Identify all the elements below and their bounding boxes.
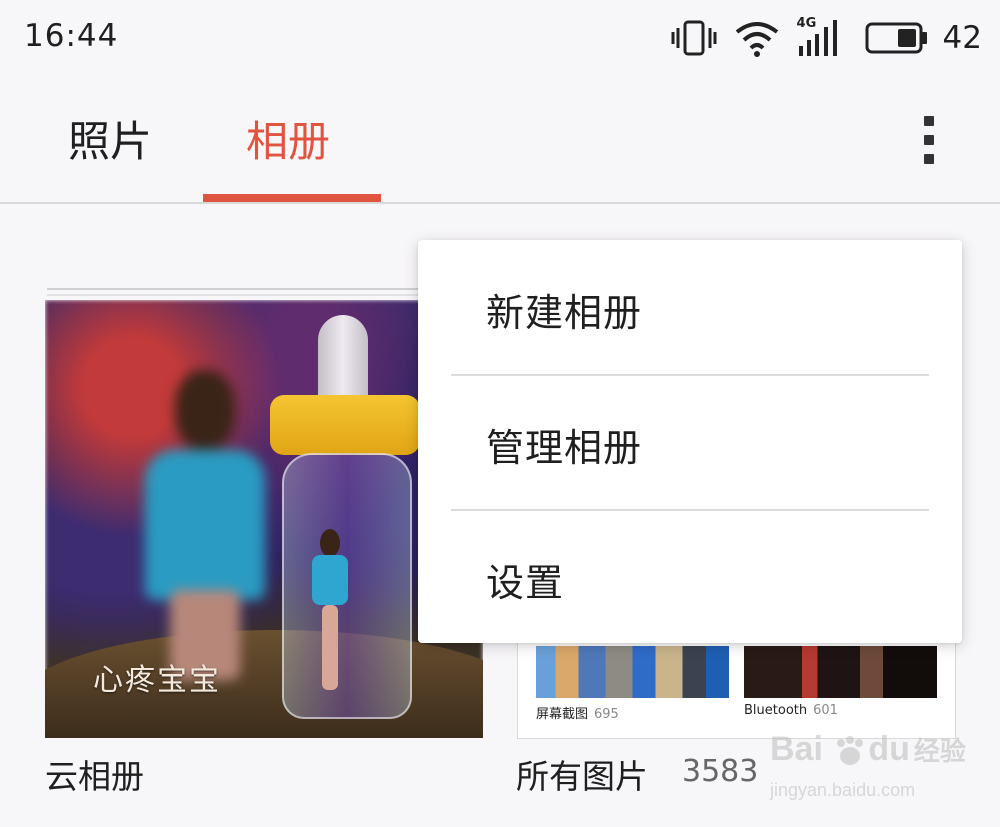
status-time: 16:44 — [24, 18, 119, 54]
sub-album-name: Bluetooth — [744, 703, 808, 718]
tab-indicator — [203, 194, 381, 202]
cover-bottle — [270, 315, 420, 719]
watermark-brand-suffix: du — [868, 730, 910, 768]
thumb-screenshots — [536, 646, 729, 698]
menu-item-label: 设置 — [486, 561, 565, 605]
cell-signal-icon: 4G — [797, 16, 847, 58]
menu-item-label: 新建相册 — [486, 291, 643, 335]
baidu-watermark: Bai du 经验 jingyan.baidu.com — [770, 730, 980, 810]
album-name-all: 所有图片 — [516, 757, 648, 796]
tab-albums[interactable]: 相册 — [246, 112, 330, 172]
sub-album-count: 601 — [813, 703, 838, 718]
sub-album-screenshots: 屏幕截图 695 — [536, 703, 619, 722]
album-name-cloud: 云相册 — [45, 757, 144, 796]
paw-icon — [837, 736, 864, 766]
thumb-bluetooth — [744, 646, 937, 698]
menu-item-settings[interactable]: 设置 — [418, 510, 962, 644]
watermark-url: jingyan.baidu.com — [770, 780, 916, 800]
status-bar: 16:44 4G 42 — [0, 0, 1000, 80]
battery-level: 42 — [942, 20, 982, 56]
wifi-icon — [735, 22, 778, 57]
more-vertical-icon[interactable] — [905, 108, 953, 172]
menu-item-new-album[interactable]: 新建相册 — [418, 240, 962, 374]
tab-photos[interactable]: 照片 — [68, 112, 152, 172]
sub-album-bluetooth: Bluetooth 601 — [744, 703, 838, 718]
menu-item-label: 管理相册 — [486, 426, 643, 470]
album-count-all: 3583 — [682, 754, 759, 789]
cover-figure — [135, 370, 275, 680]
cover-caption: 心疼宝宝 — [93, 663, 221, 698]
watermark-brand: Bai du 经验 — [770, 730, 966, 769]
sub-album-name: 屏幕截图 — [536, 707, 589, 722]
watermark-brand-text: Bai — [770, 730, 823, 768]
overflow-menu: 新建相册 管理相册 设置 — [418, 240, 962, 643]
vibrate-icon — [671, 20, 717, 56]
sub-album-count: 695 — [594, 707, 619, 722]
status-icons: 4G 42 — [671, 14, 982, 62]
watermark-cn: 经验 — [913, 736, 966, 766]
battery-icon — [865, 22, 927, 54]
menu-item-manage-albums[interactable]: 管理相册 — [418, 375, 962, 509]
tab-bar: 照片 相册 — [0, 80, 1000, 204]
